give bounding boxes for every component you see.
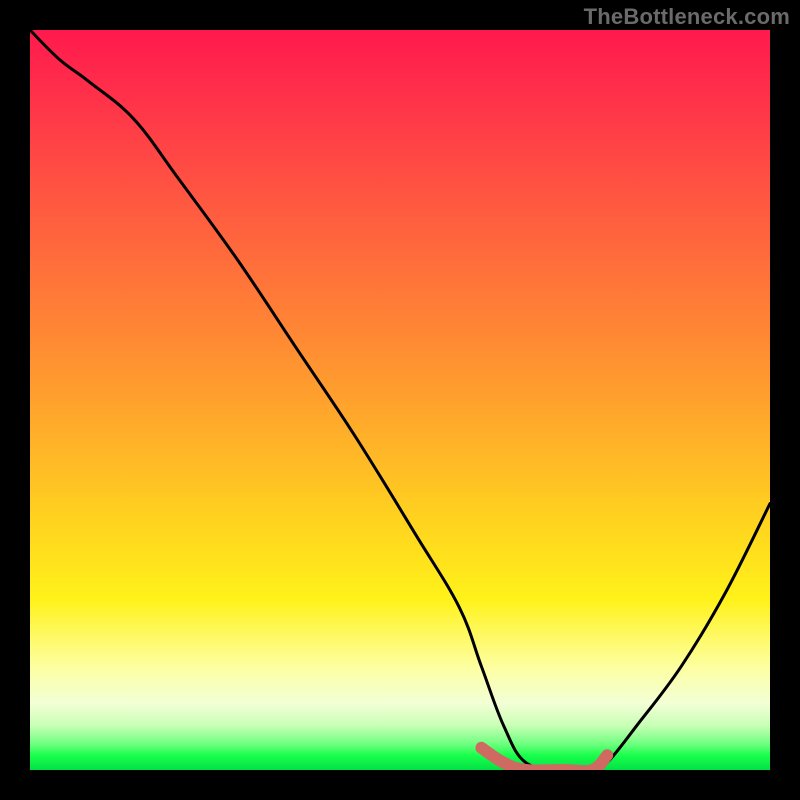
plot-area [30,30,770,770]
chart-stage: TheBottleneck.com [0,0,800,800]
heat-gradient-background [30,30,770,770]
watermark-text: TheBottleneck.com [584,4,790,30]
